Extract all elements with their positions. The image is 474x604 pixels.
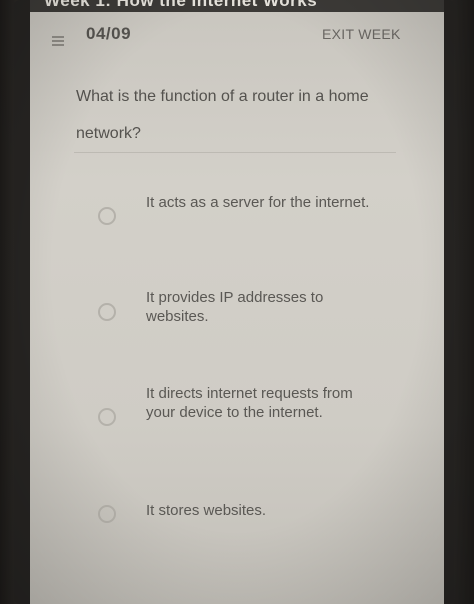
exit-week-button[interactable]: EXIT WEEK [322,26,401,42]
radio-unselected-icon[interactable] [98,408,116,426]
answer-label: It acts as a server for the internet. [146,194,370,211]
radio-unselected-icon[interactable] [98,303,116,321]
top-title-bar: Week 1: How the Internet Works [30,0,444,12]
question-divider [74,152,396,153]
radio-unselected-icon[interactable] [98,505,116,523]
course-title: Week 1: How the Internet Works [44,0,318,10]
answer-label: It stores websites. [146,502,267,519]
answer-label: It provides IP addresses to websites. [146,289,324,325]
question-progress: 04/09 [86,24,132,43]
question-text: What is the function of a router in a ho… [76,88,369,142]
quiz-header: 04/09 EXIT WEEK [30,18,444,54]
radio-unselected-icon[interactable] [98,207,116,225]
answer-label: It directs internet requests from your d… [146,385,353,421]
phone-screen: Week 1: How the Internet Works 04/09 EXI… [30,0,444,604]
hamburger-menu-icon[interactable] [52,36,64,46]
photo-scene: Week 1: How the Internet Works 04/09 EXI… [0,0,474,604]
